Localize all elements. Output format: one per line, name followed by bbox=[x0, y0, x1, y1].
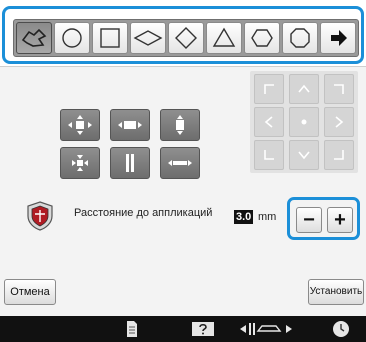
expand-all-icon bbox=[68, 115, 92, 135]
next-shapes-button[interactable] bbox=[320, 22, 356, 54]
next-arrow-icon bbox=[331, 30, 347, 46]
arrow-left-icon bbox=[264, 116, 273, 128]
contract-horizontal-button[interactable] bbox=[160, 147, 200, 179]
corner-top-right-icon bbox=[334, 84, 344, 94]
expand-horizontal-button[interactable] bbox=[110, 109, 150, 141]
move-bottom-right-button[interactable] bbox=[324, 140, 354, 170]
shape-button-circle[interactable] bbox=[54, 22, 90, 54]
decrease-button[interactable]: − bbox=[296, 207, 322, 233]
thread-tension-icon bbox=[240, 323, 292, 335]
expand-vertical-icon bbox=[176, 115, 184, 135]
move-up-button[interactable] bbox=[289, 74, 319, 104]
thread-tension-button[interactable] bbox=[238, 319, 294, 339]
bottom-bar bbox=[0, 316, 366, 342]
expand-horizontal-icon bbox=[118, 121, 142, 129]
document-button[interactable] bbox=[122, 319, 142, 339]
corner-bottom-left-icon bbox=[264, 150, 274, 160]
distance-stepper: − + bbox=[287, 197, 360, 240]
wide-diamond-shape-icon bbox=[133, 30, 163, 46]
shape-button-diamond[interactable] bbox=[168, 22, 204, 54]
octagon-shape-icon bbox=[290, 28, 310, 48]
center-dot-icon bbox=[301, 119, 307, 125]
corner-top-left-icon bbox=[264, 84, 274, 94]
move-down-button[interactable] bbox=[289, 140, 319, 170]
set-button[interactable]: Установить bbox=[308, 279, 364, 305]
shape-button-square[interactable] bbox=[92, 22, 128, 54]
shape-button-octagon[interactable] bbox=[282, 22, 318, 54]
move-center-button[interactable] bbox=[289, 107, 319, 137]
arrow-right-icon bbox=[335, 116, 344, 128]
contract-vertical-icon bbox=[126, 154, 134, 172]
triangle-shape-icon bbox=[212, 27, 236, 47]
move-right-button[interactable] bbox=[324, 107, 354, 137]
contract-horizontal-icon bbox=[168, 160, 192, 166]
clock-icon bbox=[333, 321, 349, 337]
direction-pad bbox=[250, 71, 358, 173]
expand-vertical-button[interactable] bbox=[160, 109, 200, 141]
shape-button-triangle[interactable] bbox=[206, 22, 242, 54]
help-icon bbox=[192, 322, 214, 336]
hexagon-shape-icon bbox=[251, 29, 273, 47]
expand-all-button[interactable] bbox=[60, 109, 100, 141]
cancel-button[interactable]: Отмена bbox=[4, 279, 56, 305]
distance-value: 3.0 bbox=[234, 210, 254, 224]
help-button[interactable] bbox=[190, 319, 216, 339]
shape-button-freeform[interactable] bbox=[16, 22, 52, 54]
square-shape-icon bbox=[100, 28, 120, 48]
increase-button[interactable]: + bbox=[327, 207, 353, 233]
circle-shape-icon bbox=[62, 28, 82, 48]
corner-bottom-right-icon bbox=[334, 150, 344, 160]
shape-selection-highlight bbox=[2, 6, 364, 64]
contract-vertical-button[interactable] bbox=[110, 147, 150, 179]
contract-all-button[interactable] bbox=[60, 147, 100, 179]
contract-all-icon bbox=[72, 155, 88, 171]
move-top-right-button[interactable] bbox=[324, 74, 354, 104]
appliqué-settings-screen: Расстояние до аппликаций 3.0 mm − + Отме… bbox=[0, 0, 366, 342]
move-left-button[interactable] bbox=[254, 107, 284, 137]
clock-button[interactable] bbox=[330, 319, 352, 339]
shape-button-hexagon[interactable] bbox=[244, 22, 280, 54]
applique-distance-icon bbox=[27, 201, 53, 231]
freeform-shape-icon bbox=[21, 28, 47, 47]
shape-button-wide-diamond[interactable] bbox=[130, 22, 166, 54]
shape-toolbar bbox=[13, 19, 359, 57]
document-icon bbox=[127, 321, 137, 337]
distance-label: Расстояние до аппликаций bbox=[74, 207, 213, 219]
move-top-left-button[interactable] bbox=[254, 74, 284, 104]
diamond-shape-icon bbox=[175, 27, 197, 49]
arrow-down-icon bbox=[298, 151, 310, 160]
settings-panel: Расстояние до аппликаций 3.0 mm − + Отме… bbox=[0, 66, 366, 316]
arrow-up-icon bbox=[298, 84, 310, 93]
distance-unit: mm bbox=[258, 211, 277, 223]
move-bottom-left-button[interactable] bbox=[254, 140, 284, 170]
